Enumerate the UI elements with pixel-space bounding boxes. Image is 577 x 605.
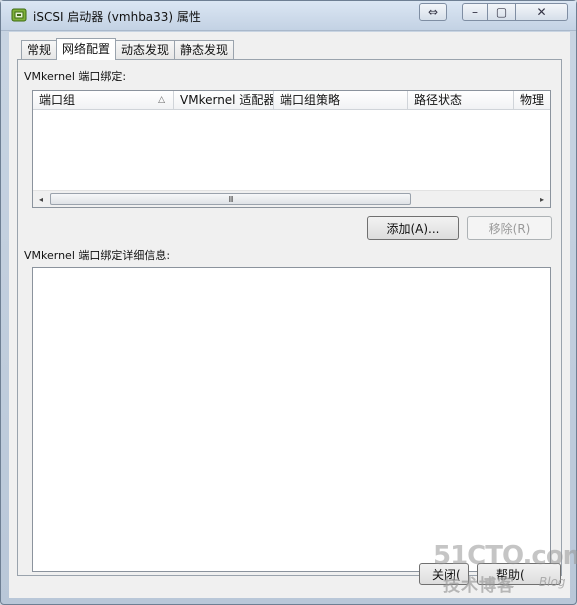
swap-icon: ⇔: [427, 5, 439, 19]
port-binding-label: VMkernel 端口绑定:: [24, 70, 127, 83]
tab-network-config[interactable]: 网络配置: [56, 38, 117, 60]
tab-dynamic-discovery[interactable]: 动态发现: [115, 40, 176, 60]
scroll-right-arrow-icon[interactable]: ▸: [534, 191, 550, 207]
minimize-button[interactable]: –: [462, 3, 488, 21]
column-header-port-group-policy[interactable]: 端口组策略: [274, 91, 408, 110]
maximize-button[interactable]: ▢: [488, 3, 516, 21]
column-header-port-group[interactable]: 端口组 △: [33, 91, 174, 110]
horizontal-scrollbar[interactable]: ◂ III ▸: [33, 190, 550, 207]
close-button[interactable]: 关闭(: [419, 563, 469, 585]
grip-icon: III: [228, 194, 233, 204]
scroll-left-arrow-icon[interactable]: ◂: [33, 191, 49, 207]
table-header: 端口组 △ VMkernel 适配器 端口组策略 路径状态 物理: [33, 91, 550, 110]
remove-button[interactable]: 移除(R): [467, 216, 552, 240]
sort-ascending-icon: △: [158, 95, 165, 105]
dialog-client-area: 常规 网络配置 动态发现 静态发现 VMkernel 端口绑定: 端口组 △ V…: [9, 32, 570, 598]
add-button[interactable]: 添加(A)...: [367, 216, 459, 240]
tab-general[interactable]: 常规: [21, 40, 58, 60]
swap-button[interactable]: ⇔: [419, 3, 447, 21]
binding-details-label: VMkernel 端口绑定详细信息:: [24, 249, 171, 262]
iscsi-properties-window: iSCSI 启动器 (vmhba33) 属性 ⇔ – ▢ ✕ 常规 网络配置 动…: [0, 0, 577, 605]
help-button[interactable]: 帮助(: [477, 563, 561, 585]
maximize-icon: ▢: [495, 5, 508, 19]
column-header-path-status[interactable]: 路径状态: [408, 91, 514, 110]
column-header-physical[interactable]: 物理: [514, 91, 550, 110]
tab-strip: 常规 网络配置 动态发现 静态发现: [21, 38, 235, 60]
binding-details-panel: [32, 267, 551, 572]
close-window-button[interactable]: ✕: [516, 3, 568, 21]
window-title: iSCSI 启动器 (vmhba33) 属性: [33, 10, 201, 24]
port-binding-table[interactable]: 端口组 △ VMkernel 适配器 端口组策略 路径状态 物理 ◂ III ▸: [32, 90, 551, 208]
close-icon: ✕: [536, 5, 547, 19]
scrollbar-thumb[interactable]: III: [50, 193, 411, 205]
storage-adapter-icon: [11, 8, 27, 22]
network-config-panel: VMkernel 端口绑定: 端口组 △ VMkernel 适配器 端口组策略 …: [17, 59, 562, 576]
minimize-icon: –: [472, 5, 478, 19]
column-header-vmkernel-adapter[interactable]: VMkernel 适配器: [174, 91, 274, 110]
title-bar[interactable]: iSCSI 启动器 (vmhba33) 属性 ⇔ – ▢ ✕: [1, 1, 576, 31]
tab-static-discovery[interactable]: 静态发现: [174, 40, 235, 60]
